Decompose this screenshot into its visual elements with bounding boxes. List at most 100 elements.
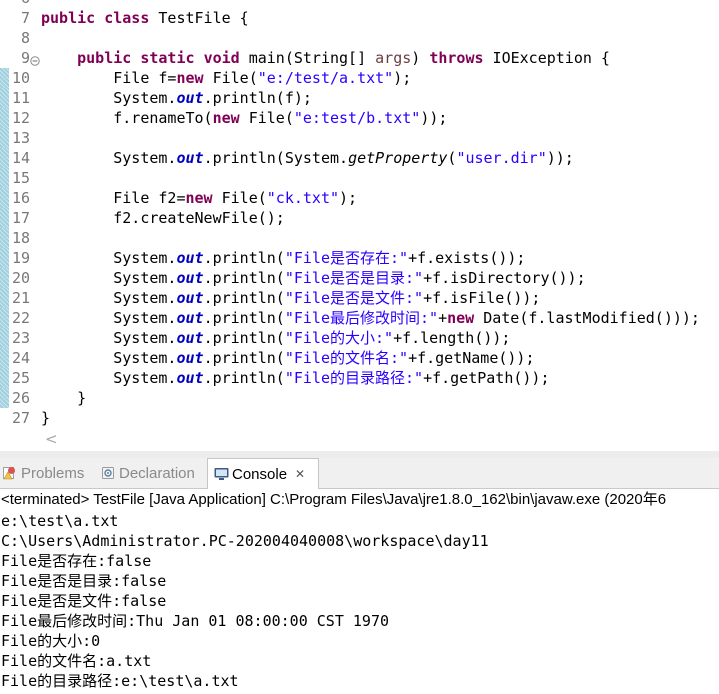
quick-diff-marker (0, 268, 9, 288)
code-text: System.out.println("File是否是目录:"+f.isDire… (41, 268, 586, 288)
line-number: 8 (20, 29, 30, 47)
code-text: System.out.println("File的目录路径:"+f.getPat… (41, 368, 549, 388)
code-line[interactable]: 11 System.out.println(f); (0, 88, 719, 108)
code-text: System.out.println(f); (41, 88, 312, 108)
quick-diff-marker (0, 88, 9, 108)
tab-console[interactable]: Console ✕ (207, 458, 319, 489)
code-token: "File最后修改时间:" (284, 309, 439, 327)
line-number: 7 (20, 9, 30, 27)
line-number: 18 (11, 229, 30, 247)
code-token: "e:test/b.txt" (293, 109, 421, 127)
code-token: System. (41, 289, 177, 307)
console-output-line: File是否是目录:false (1, 572, 167, 590)
code-line[interactable]: 18 (0, 228, 719, 248)
code-token: File( (212, 189, 267, 207)
code-token: out (176, 269, 204, 287)
code-text: System.out.println(System.getProperty("u… (41, 148, 574, 168)
code-token: System. (41, 269, 177, 287)
line-number: 24 (11, 349, 30, 367)
code-token: System. (41, 329, 177, 347)
code-line[interactable]: 10 File f=new File("e:/test/a.txt"); (0, 68, 719, 88)
line-number: 9 (20, 49, 30, 67)
code-text: f.renameTo(new File("e:test/b.txt")); (41, 108, 447, 128)
code-text: System.out.println("File是否存在:"+f.exists(… (41, 248, 525, 268)
code-token: .println( (203, 349, 285, 367)
line-number: 6 (10, 0, 30, 8)
line-number: 17 (11, 209, 30, 227)
code-token: .println( (203, 329, 285, 347)
code-token: main(String[] (239, 49, 376, 67)
code-token: File( (203, 69, 258, 87)
scroll-left-button[interactable]: < (45, 428, 58, 450)
code-line[interactable]: 19 System.out.println("File是否存在:"+f.exis… (0, 248, 719, 268)
code-token: IOException { (483, 49, 610, 67)
tab-label: Console (232, 465, 288, 483)
code-token: "File是否是目录:" (284, 269, 424, 287)
code-token: getProperty (348, 149, 448, 167)
code-text: } (41, 388, 86, 408)
code-line[interactable]: 7 public class TestFile { (0, 8, 719, 28)
code-line[interactable]: 25 System.out.println("File的目录路径:"+f.get… (0, 368, 719, 388)
code-token: .println(System. (203, 149, 349, 167)
line-number: 19 (11, 249, 30, 267)
tab-problems[interactable]: Problems (0, 458, 96, 488)
code-line[interactable]: 23 System.out.println("File的大小:"+f.lengt… (0, 328, 719, 348)
code-line[interactable]: 16 File f2=new File("ck.txt"); (0, 188, 719, 208)
code-lines: 67public class TestFile {89 public stati… (0, 0, 719, 428)
code-token: out (176, 249, 204, 267)
fold-collapse-icon[interactable] (30, 53, 40, 66)
code-line[interactable]: 17 f2.createNewFile(); (0, 208, 719, 228)
code-text: } (41, 408, 50, 428)
code-token: System. (41, 369, 177, 387)
line-number: 26 (11, 389, 30, 407)
code-text: System.out.println("File的大小:"+f.length()… (41, 328, 510, 348)
code-token: File f= (41, 69, 177, 87)
code-token: args (375, 49, 412, 67)
code-token: System. (41, 89, 177, 107)
code-line[interactable]: 13 (0, 128, 719, 148)
console-output-line: File的目录路径:e:\test\a.txt (1, 672, 239, 690)
quick-diff-marker (0, 68, 9, 88)
code-line[interactable]: 20 System.out.println("File是否是目录:"+f.isD… (0, 268, 719, 288)
code-token: .println( (203, 369, 285, 387)
line-number: 25 (11, 369, 30, 387)
code-line[interactable]: 24 System.out.println("File的文件名:"+f.getN… (0, 348, 719, 368)
code-token: f2.createNewFile(); (41, 209, 285, 227)
code-token: +f.length()); (393, 329, 511, 347)
code-line[interactable]: 6 (0, 0, 719, 8)
code-line[interactable]: 26 } (0, 388, 719, 408)
code-line[interactable]: 8 (0, 28, 719, 48)
horizontal-scrollbar[interactable]: < (41, 428, 719, 450)
code-token: out (176, 289, 204, 307)
code-token: + (438, 309, 448, 327)
code-token: +f.isFile()); (423, 289, 541, 307)
close-icon[interactable]: ✕ (295, 467, 305, 481)
code-text: public static void main(String[] args) t… (41, 48, 610, 68)
code-line[interactable]: 14 System.out.println(System.getProperty… (0, 148, 719, 168)
code-line[interactable]: 12 f.renameTo(new File("e:test/b.txt")); (0, 108, 719, 128)
code-text: File f=new File("e:/test/a.txt"); (41, 68, 411, 88)
console-output-line: e:\test\a.txt (1, 512, 119, 530)
quick-diff-marker (0, 248, 9, 268)
code-line[interactable]: 15 (0, 168, 719, 188)
line-number: 12 (11, 109, 30, 127)
code-token: out (176, 89, 204, 107)
code-line[interactable]: 9 public static void main(String[] args)… (0, 48, 719, 68)
code-line[interactable]: 21 System.out.println("File是否是文件:"+f.isF… (0, 288, 719, 308)
line-number: 21 (11, 289, 30, 307)
code-token: out (176, 349, 204, 367)
code-token: .println(f); (203, 89, 312, 107)
code-token: +f.isDirectory()); (423, 269, 586, 287)
line-number: 15 (11, 169, 30, 187)
code-line[interactable]: 22 System.out.println("File最后修改时间:"+new … (0, 308, 719, 328)
tab-declaration[interactable]: Declaration (97, 458, 205, 488)
quick-diff-marker (0, 228, 9, 248)
panel-sash[interactable] (0, 451, 719, 458)
code-token: System. (41, 349, 177, 367)
console-output-line: C:\Users\Administrator.PC-202004040008\w… (1, 532, 489, 550)
code-line[interactable]: 27} (0, 408, 719, 428)
code-text: File f2=new File("ck.txt"); (41, 188, 357, 208)
code-token: throws (429, 49, 484, 67)
code-token: ); (339, 189, 358, 207)
